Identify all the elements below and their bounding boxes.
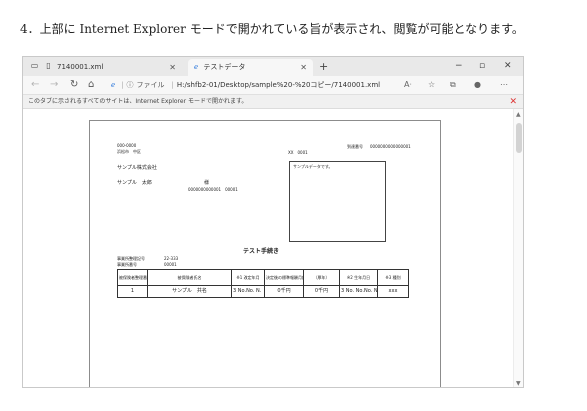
close-window-icon[interactable]: ✕ xyxy=(504,59,512,74)
info-icon[interactable]: ⓘ xyxy=(127,81,134,89)
address-bar[interactable]: ℯ | ⓘ ファイル | H:/shfb2-01/Desktop/sample%20-%2… xyxy=(111,78,391,92)
row-health: 0千円 xyxy=(264,285,304,298)
postal-code: 000-0000 xyxy=(117,143,137,148)
header-cell: 決定後の標準報酬月額（健保） xyxy=(264,269,304,286)
close-tab-icon[interactable]: ✕ xyxy=(169,59,176,76)
person-name: サンプル 太郎 xyxy=(117,180,152,186)
address-line: 浜松市 中区 xyxy=(117,149,141,154)
scroll-thumb[interactable] xyxy=(516,123,522,153)
close-banner-icon[interactable]: ✕ xyxy=(509,95,517,109)
row-type: xxx xyxy=(377,285,409,298)
row-number: 1 xyxy=(117,285,148,298)
number-label: XX 0001 xyxy=(288,150,308,155)
document-title: テスト手続き xyxy=(243,248,280,255)
favorite-icon[interactable]: ☆ xyxy=(428,79,435,91)
table-row: 1 サンプル 共名 3 No.No. N. N. 0千円 0千円 3 No. N… xyxy=(117,285,409,298)
profile-icon[interactable]: ● xyxy=(474,79,481,91)
reg-value: 0000000000000001 xyxy=(370,144,411,149)
browser-window: ▭ ▯ 7140001.xml ✕ ℯ テストデータ ✕ + − ▫ ✕ ← →… xyxy=(22,56,524,388)
company-name: サンプル株式会社 xyxy=(117,165,157,171)
header-cell: ※2 生年月日 xyxy=(339,269,378,286)
read-aloud-icon[interactable]: Aᐧ xyxy=(404,79,412,91)
url-text[interactable]: H:/shfb2-01/Desktop/sample%20-%20コピー/714… xyxy=(177,81,380,89)
workspaces-icon[interactable]: ▭ xyxy=(29,61,40,71)
protocol-label: ファイル xyxy=(136,81,165,89)
ie-banner-text: このタブに示されるすべてのサイトは、Internet Explorer モードで… xyxy=(28,98,248,105)
title-bar: ▭ ▯ 7140001.xml ✕ ℯ テストデータ ✕ + − ▫ ✕ xyxy=(23,57,523,76)
scroll-down-icon[interactable]: ▼ xyxy=(516,380,521,387)
minimize-icon[interactable]: − xyxy=(455,59,463,74)
tab-inactive[interactable]: 7140001.xml ✕ xyxy=(57,59,182,76)
home-icon[interactable]: ⌂ xyxy=(88,78,94,92)
refresh-icon[interactable]: ↻ xyxy=(70,78,78,92)
ie-mode-icon: ℯ xyxy=(194,63,199,71)
tab-active[interactable]: ℯ テストデータ ✕ xyxy=(188,59,313,76)
honorific: 様 xyxy=(204,180,210,186)
header-cell: ※3 種別 xyxy=(377,269,409,286)
reg-label: 到達番号 xyxy=(347,144,363,149)
row-birth: 3 No. No.No. N. N. N. xyxy=(339,285,378,298)
ie-mode-icon[interactable]: ℯ xyxy=(111,81,115,89)
more-icon[interactable]: ⋯ xyxy=(500,79,508,91)
close-tab-icon[interactable]: ✕ xyxy=(300,59,307,76)
collections-icon[interactable]: ⧉ xyxy=(450,79,456,91)
header-cell: 被保険者整理番号 xyxy=(117,269,148,286)
page-content: 000-0000 浜松市 中区 サンプル株式会社 サンプル 太郎 様 00000… xyxy=(23,109,523,387)
table-header-row: 被保険者整理番号 被保険者氏名 ※1 改定年月 決定後の標準報酬月額（健保） （… xyxy=(117,269,409,286)
note-text: サンプルデータです。 xyxy=(293,164,333,169)
office-value: 22-333 xyxy=(164,256,179,261)
document: 000-0000 浜松市 中区 サンプル株式会社 サンプル 太郎 様 00000… xyxy=(89,120,441,387)
row-pension: 0千円 xyxy=(303,285,340,298)
ie-mode-banner: このタブに示されるすべてのサイトは、Internet Explorer モードで… xyxy=(23,94,523,109)
header-cell: 被保険者氏名 xyxy=(147,269,232,286)
tab-title: テストデータ xyxy=(203,63,246,71)
row-name: サンプル 共名 xyxy=(147,285,232,298)
row-date: 3 No.No. N. N. xyxy=(231,285,265,298)
new-tab-button[interactable]: + xyxy=(319,59,328,74)
tab-actions-icon[interactable]: ▯ xyxy=(43,61,54,71)
tab-title: 7140001.xml xyxy=(57,63,104,71)
header-cell: （厚年） xyxy=(303,269,340,286)
office-no-value: 00001 xyxy=(164,262,177,267)
scroll-up-icon[interactable]: ▲ xyxy=(516,111,521,118)
office-no-label: 事業所番号 xyxy=(117,262,137,267)
note-box: サンプルデータです。 xyxy=(289,161,386,242)
small-code: 0000000000001 00001 xyxy=(188,187,238,192)
header-cell: ※1 改定年月 xyxy=(231,269,265,286)
navigation-bar: ← → ↻ ⌂ ℯ | ⓘ ファイル | H:/shfb2-01/Desktop/samp… xyxy=(23,76,523,94)
caption: 4．上部に Internet Explorer モードで開かれている旨が表示され… xyxy=(20,22,524,36)
forward-icon[interactable]: → xyxy=(50,78,58,92)
maximize-icon[interactable]: ▫ xyxy=(479,59,485,74)
vertical-scrollbar[interactable]: ▲ ▼ xyxy=(513,109,523,387)
back-icon[interactable]: ← xyxy=(31,78,39,92)
insured-table: 被保険者整理番号 被保険者氏名 ※1 改定年月 決定後の標準報酬月額（健保） （… xyxy=(117,269,409,298)
